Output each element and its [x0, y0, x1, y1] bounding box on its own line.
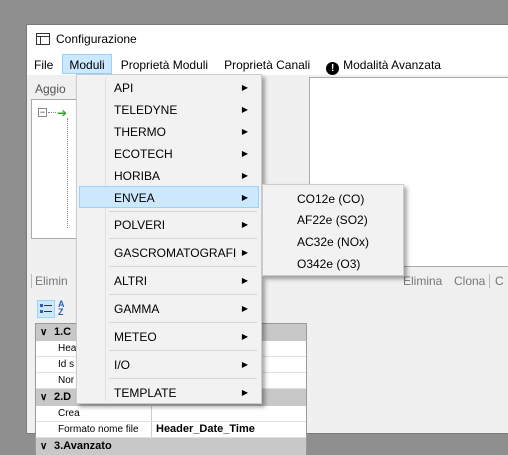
property-row[interactable]: Formato nome file Header_Date_Time	[36, 422, 306, 438]
menu-modalita-avanzata-label: Modalità Avanzata	[343, 58, 441, 72]
delete-module-button[interactable]: Elimin	[35, 274, 68, 288]
menu-item-gascromatografi[interactable]: GASCROMATOGRAFI ▶	[79, 241, 259, 263]
property-value	[152, 406, 306, 421]
menu-item-teledyne[interactable]: TELEDYNE ▶	[79, 98, 259, 120]
submenu-arrow-icon: ▶	[241, 304, 248, 313]
submenu-item-af22e[interactable]: AF22e (SO2)	[297, 210, 368, 230]
tree-connector	[48, 112, 56, 113]
green-arrow-icon: ➔	[57, 106, 68, 120]
submenu-arrow-icon: ▶	[241, 193, 248, 202]
menu-separator	[109, 294, 257, 295]
property-value[interactable]: Header_Date_Time	[152, 422, 306, 437]
menu-separator	[109, 322, 257, 323]
menu-separator	[109, 211, 257, 212]
window-title: Configurazione	[56, 32, 137, 46]
menu-proprieta-moduli[interactable]: Proprietà Moduli	[114, 54, 215, 74]
menu-separator	[109, 266, 257, 267]
menu-item-ecotech[interactable]: ECOTECH ▶	[79, 142, 259, 164]
property-name: Crea	[36, 406, 152, 421]
chevron-down-icon: ∨	[40, 392, 48, 403]
menu-item-label: THERMO	[114, 125, 166, 139]
menu-separator	[109, 378, 257, 379]
menu-item-polveri[interactable]: POLVERI ▶	[79, 213, 259, 235]
clone-button[interactable]: Clona	[454, 274, 485, 288]
submenu-item-o342e[interactable]: O342e (O3)	[297, 254, 360, 274]
toolbar-separator	[489, 274, 490, 288]
menu-moduli[interactable]: Moduli	[62, 54, 112, 74]
menu-modalita-avanzata[interactable]: ! Modalità Avanzata	[319, 54, 448, 75]
menu-item-meteo[interactable]: METEO ▶	[79, 325, 259, 347]
menu-item-thermo[interactable]: THERMO ▶	[79, 120, 259, 142]
menu-proprieta-canali[interactable]: Proprietà Canali	[217, 54, 317, 74]
submenu-arrow-icon: ▶	[241, 276, 248, 285]
menu-separator	[109, 238, 257, 239]
property-name: Formato nome file	[36, 422, 152, 437]
submenu-arrow-icon: ▶	[241, 105, 248, 114]
cut-button[interactable]: C	[495, 274, 504, 288]
menu-item-label: TELEDYNE	[114, 103, 178, 117]
menu-item-label: POLVERI	[114, 218, 166, 232]
categorized-view-icon[interactable]	[37, 300, 55, 318]
window-icon	[36, 33, 50, 45]
delete-button[interactable]: Elimina	[403, 274, 442, 288]
tree-connector-vertical	[67, 118, 68, 228]
title-bar: Configurazione	[27, 25, 508, 53]
category-label: 3.Avanzato	[54, 440, 112, 452]
menu-item-label: ALTRI	[114, 274, 148, 288]
submenu-arrow-icon: ▶	[241, 127, 248, 136]
submenu-arrow-icon: ▶	[241, 149, 248, 158]
menu-item-label: GAMMA	[114, 302, 160, 316]
menu-separator	[109, 350, 257, 351]
menu-file[interactable]: File	[27, 54, 60, 74]
submenu-arrow-icon: ▶	[241, 83, 248, 92]
submenu-arrow-icon: ▶	[241, 248, 248, 257]
menu-item-label: HORIBA	[114, 169, 161, 183]
menu-item-api[interactable]: API ▶	[79, 76, 259, 98]
submenu-arrow-icon: ▶	[241, 220, 248, 229]
submenu-item-co12e[interactable]: CO12e (CO)	[297, 189, 364, 209]
chevron-down-icon: ∨	[40, 327, 48, 338]
menu-item-label: METEO	[114, 330, 157, 344]
property-row[interactable]: Crea	[36, 406, 306, 422]
property-category[interactable]: ∨ 3.Avanzato	[36, 438, 306, 455]
submenu-arrow-icon: ▶	[241, 332, 248, 341]
menu-item-label: GASCROMATOGRAFI	[114, 246, 237, 260]
menu-item-envea[interactable]: ENVEA ▶	[79, 186, 259, 208]
envea-submenu: CO12e (CO) AF22e (SO2) AC32e (NOx) O342e…	[262, 184, 404, 276]
menu-item-label: API	[114, 81, 134, 95]
menu-item-label: ENVEA	[114, 191, 155, 205]
add-button[interactable]: Aggio	[35, 82, 66, 96]
menu-item-altri[interactable]: ALTRI ▶	[79, 269, 259, 291]
menu-item-template[interactable]: TEMPLATE ▶	[79, 381, 259, 403]
chevron-down-icon: ∨	[40, 441, 48, 452]
category-label: 1.C	[54, 326, 72, 338]
menu-item-label: ECOTECH	[114, 147, 173, 161]
alphabetical-sort-icon[interactable]: AZ	[58, 300, 65, 317]
tree-expander-icon[interactable]: −	[38, 108, 47, 117]
menu-item-io[interactable]: I/O ▶	[79, 353, 259, 375]
submenu-arrow-icon: ▶	[241, 388, 248, 397]
submenu-arrow-icon: ▶	[241, 171, 248, 180]
menu-item-label: TEMPLATE	[114, 386, 177, 400]
menu-item-gamma[interactable]: GAMMA ▶	[79, 297, 259, 319]
moduli-dropdown-menu: API ▶ TELEDYNE ▶ THERMO ▶ ECOTECH ▶ HORIBA ▶ …	[76, 74, 262, 404]
submenu-item-ac32e[interactable]: AC32e (NOx)	[297, 232, 369, 252]
category-label: 2.D	[54, 391, 72, 403]
menu-bar: File Moduli Proprietà Moduli Proprietà C…	[27, 53, 508, 75]
toolbar-separator	[31, 274, 32, 288]
submenu-arrow-icon: ▶	[241, 360, 248, 369]
exclamation-icon: !	[326, 62, 340, 75]
menu-item-label: I/O	[114, 358, 131, 372]
menu-item-horiba[interactable]: HORIBA ▶	[79, 164, 259, 186]
